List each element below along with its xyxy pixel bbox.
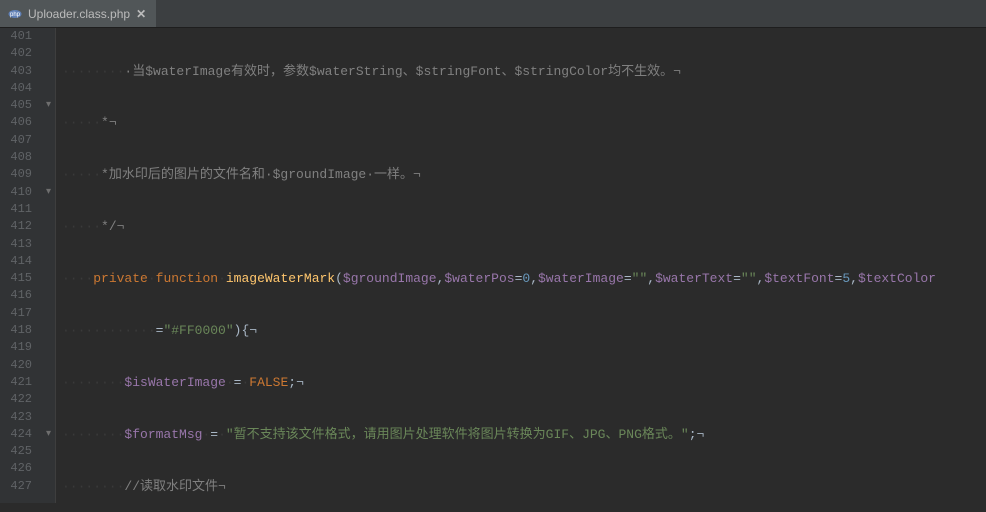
fold-marker [42,166,55,183]
fold-marker [42,80,55,97]
fold-marker[interactable]: ▾ [42,184,55,201]
php-icon: php [8,7,22,21]
fold-marker[interactable]: ▾ [42,426,55,443]
code-line: ········//读取水印文件¬ [62,478,986,495]
fold-marker [42,149,55,166]
fold-marker [42,236,55,253]
fold-marker [42,132,55,149]
fold-marker[interactable]: ▾ [42,97,55,114]
fold-marker [42,253,55,270]
fold-marker [42,322,55,339]
fold-marker [42,443,55,460]
fold-marker [42,218,55,235]
code-line: ········$formatMsg·=·"暂不支持该文件格式，请用图片处理软件… [62,426,986,443]
fold-marker [42,305,55,322]
fold-marker [42,478,55,495]
fold-marker [42,287,55,304]
code-line: ·····*加水印后的图片的文件名和·$groundImage·一样。¬ [62,166,986,183]
fold-marker [42,63,55,80]
fold-marker [42,339,55,356]
fold-marker [42,45,55,62]
code-line: ········$isWaterImage·=·FALSE;¬ [62,374,986,391]
close-icon[interactable]: ✕ [136,7,146,21]
fold-marker [42,460,55,477]
code-line: ·····*¬ [62,114,986,131]
tab-filename: Uploader.class.php [28,7,130,21]
fold-gutter: ▾ ▾ ▾ [42,28,56,503]
code-line: ····private·function·imageWaterMark($gro… [62,270,986,287]
tab-bar: php Uploader.class.php ✕ [0,0,986,28]
fold-marker [42,495,55,512]
fold-marker [42,391,55,408]
fold-marker [42,201,55,218]
fold-marker [42,28,55,45]
line-number-gutter: 4014024034044054064074084094104114124134… [0,28,42,503]
code-line: ············="#FF0000"){¬ [62,322,986,339]
code-line: ·········当$waterImage有效时，参数$waterString、… [62,63,986,80]
file-tab[interactable]: php Uploader.class.php ✕ [0,0,156,27]
code-line: ·····*/¬ [62,218,986,235]
code-area[interactable]: ·········当$waterImage有效时，参数$waterString、… [56,28,986,503]
code-editor[interactable]: 4014024034044054064074084094104114124134… [0,28,986,503]
fold-marker [42,270,55,287]
fold-marker [42,357,55,374]
fold-marker [42,374,55,391]
svg-text:php: php [10,12,21,18]
fold-marker [42,409,55,426]
